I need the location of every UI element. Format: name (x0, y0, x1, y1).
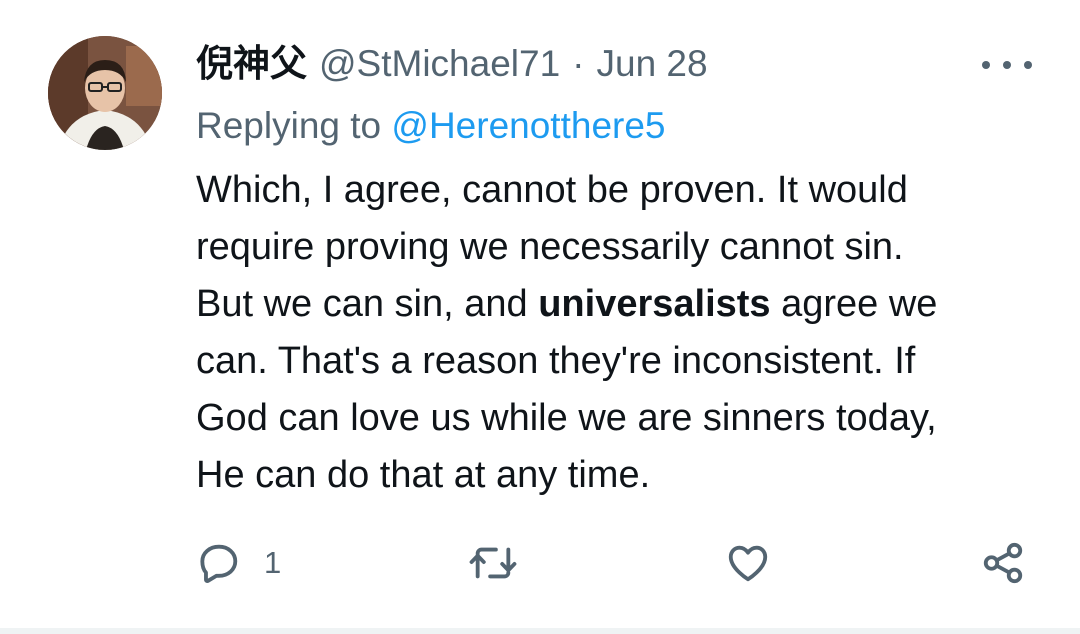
avatar[interactable] (48, 36, 162, 150)
share-icon (980, 540, 1026, 586)
tweet-text-line: require proving we necessarily cannot si… (196, 226, 904, 268)
tweet-date[interactable]: Jun 28 (597, 38, 708, 90)
share-button[interactable] (980, 538, 1026, 588)
separator-dot: · (572, 43, 585, 84)
tweet-text-segment: But we can sin, and (196, 283, 539, 325)
tweet-text-line: God can love us while we are sinners tod… (196, 397, 937, 439)
reply-button[interactable]: 1 (196, 538, 281, 588)
tweet-text-segment: agree we (770, 283, 938, 325)
more-dot-icon (1024, 61, 1032, 69)
tweet[interactable]: 倪神父 @StMichael71 · Jun 28 Replying to @H… (0, 0, 1080, 634)
tweet-text-line: Which, I agree, cannot be proven. It wou… (196, 169, 908, 211)
like-icon (724, 540, 772, 586)
tweet-text-line: can. That's a reason they're inconsisten… (196, 340, 916, 382)
tweet-text-bold: universalists (538, 283, 771, 325)
user-handle[interactable]: @StMichael71 (319, 38, 560, 90)
tweet-header: 倪神父 @StMichael71 · Jun 28 (196, 38, 708, 90)
tweet-text-line: He can do that at any time. (196, 454, 651, 496)
reply-icon (196, 540, 242, 586)
more-dot-icon (982, 61, 990, 69)
replying-to-label: Replying to (196, 105, 392, 146)
tweet-text: Which, I agree, cannot be proven. It wou… (196, 162, 1056, 504)
replying-to-link[interactable]: @Herenotthere5 (391, 105, 665, 146)
tweet-text-line: But we can sin, and universalists agree … (196, 276, 1056, 333)
more-options-button[interactable] (982, 50, 1032, 80)
display-name[interactable]: 倪神父 (196, 38, 307, 90)
more-dot-icon (1003, 61, 1011, 69)
retweet-icon (468, 540, 518, 586)
action-bar: 1 (196, 538, 1036, 588)
replying-to: Replying to @Herenotthere5 (196, 100, 666, 152)
reply-count: 1 (264, 545, 282, 580)
divider (0, 628, 1080, 634)
like-button[interactable] (724, 538, 772, 588)
retweet-button[interactable] (468, 538, 518, 588)
